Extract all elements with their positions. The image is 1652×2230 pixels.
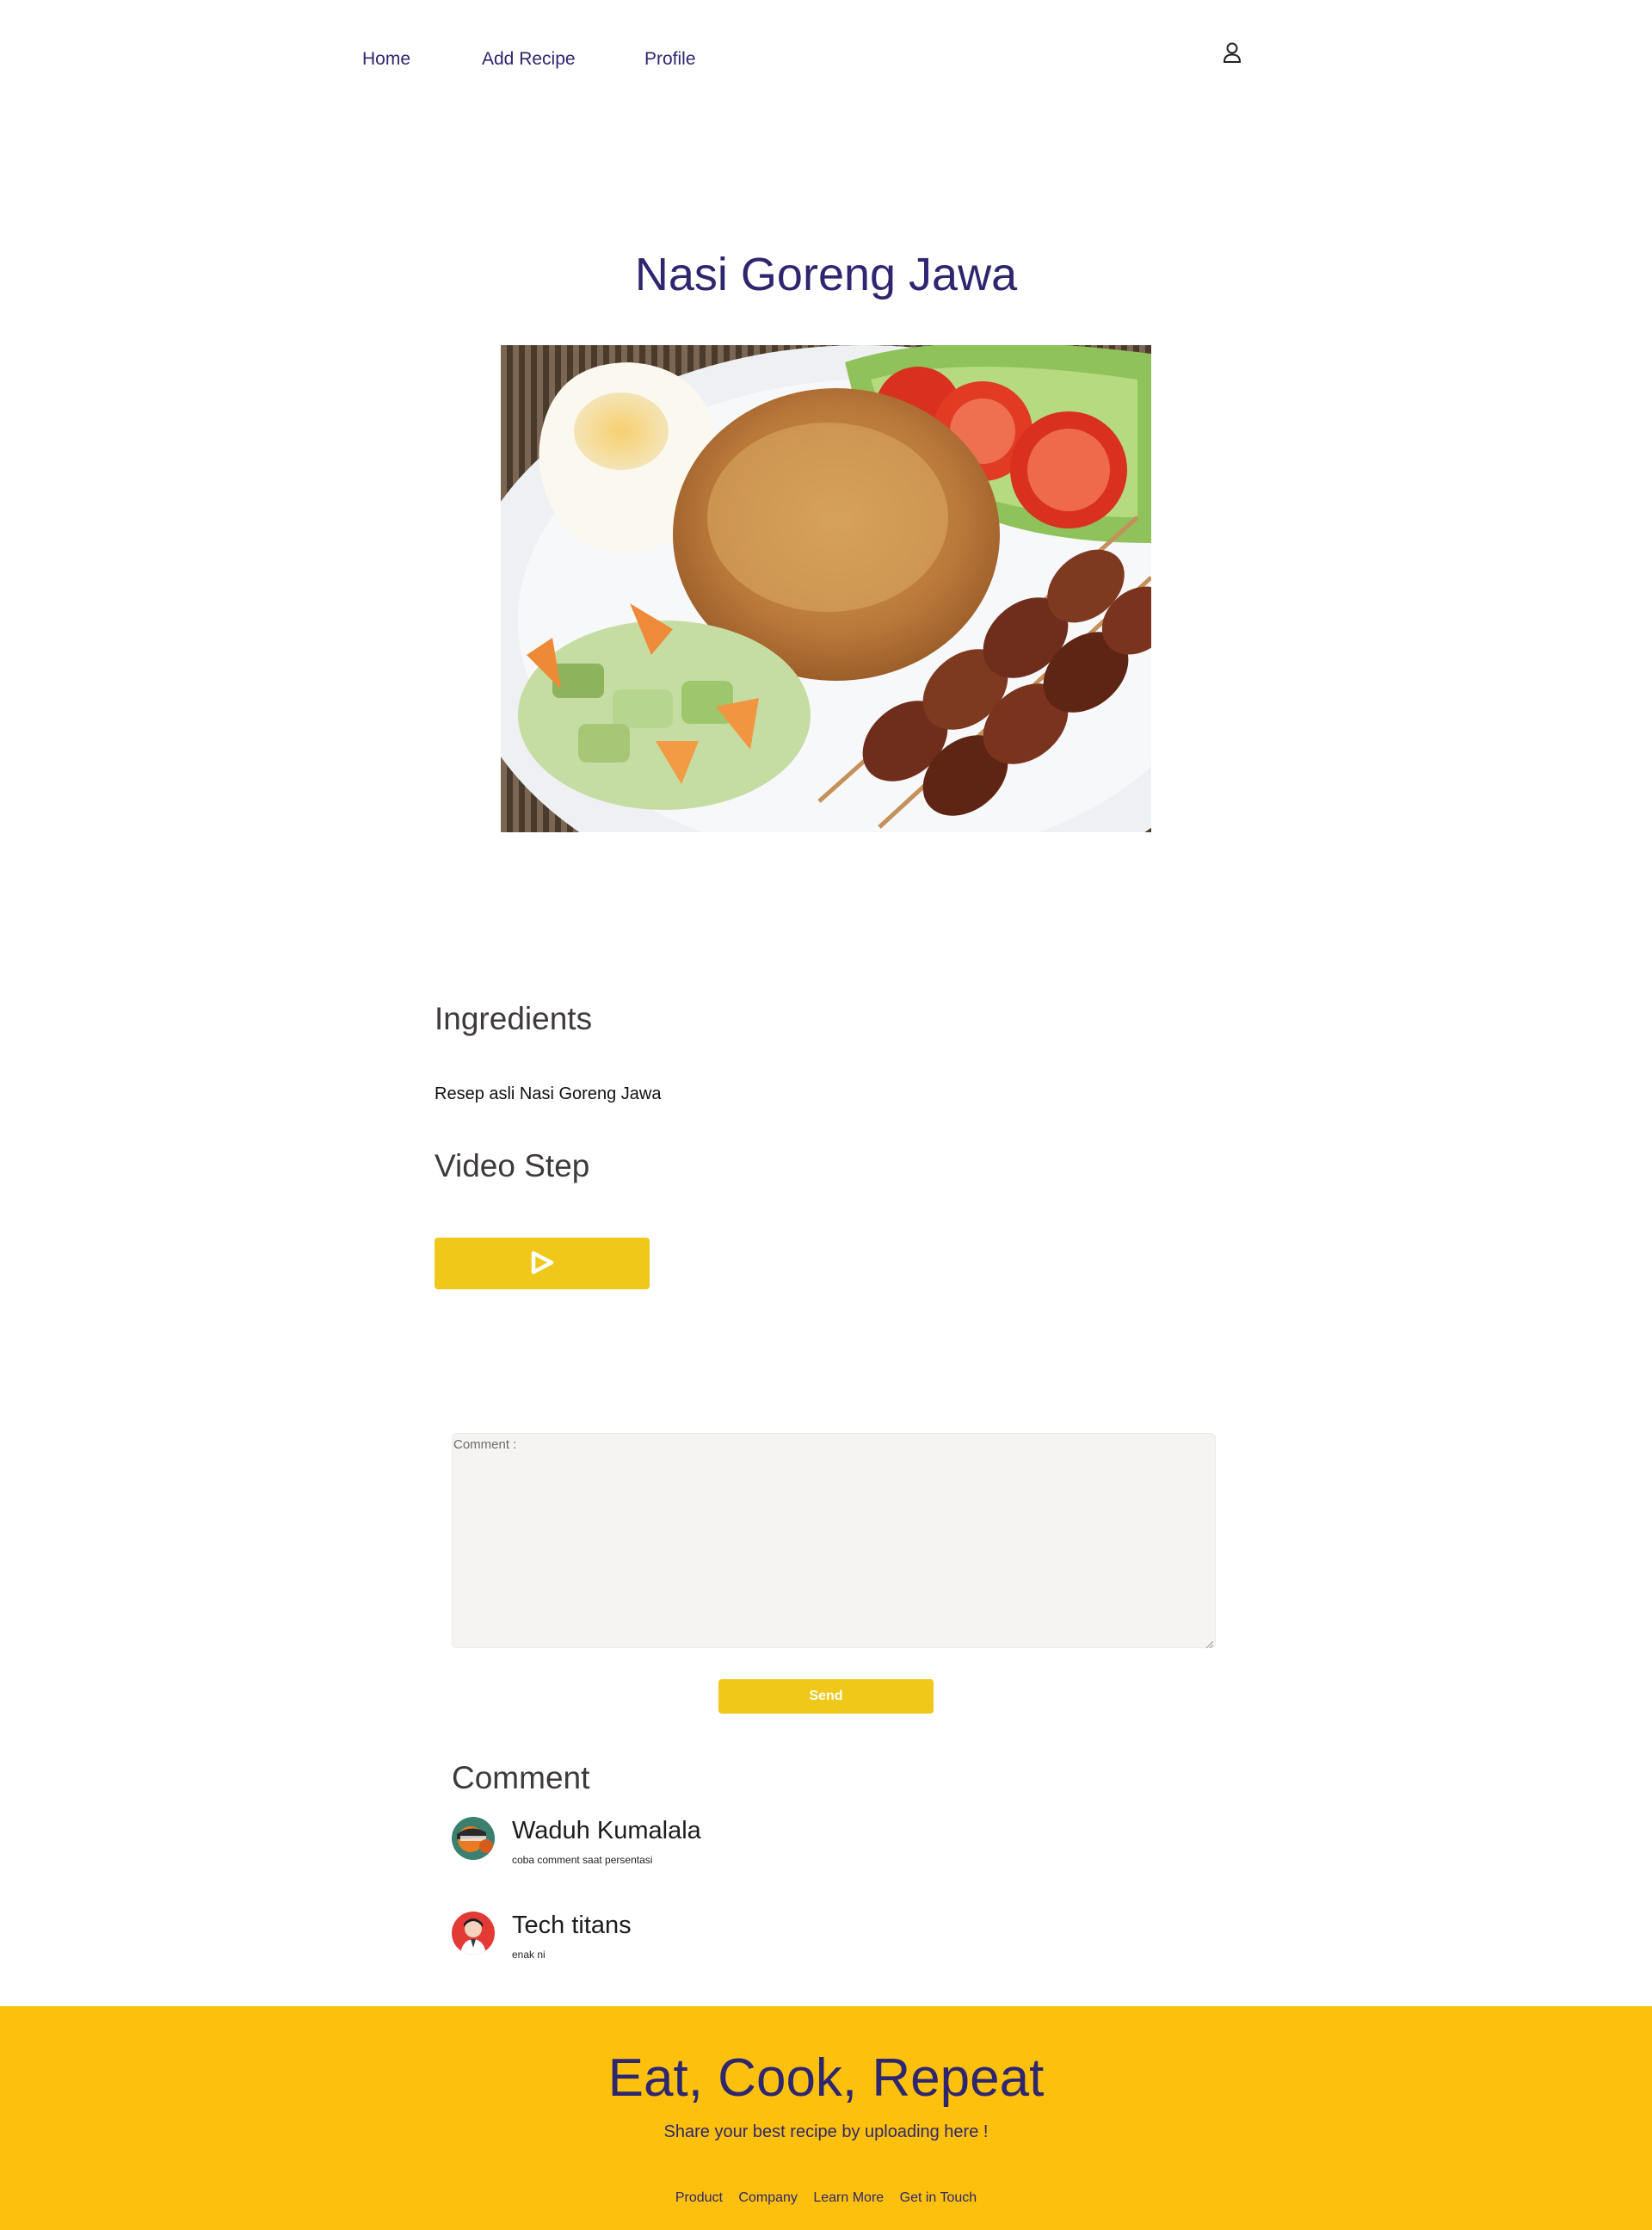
send-button[interactable]: Send bbox=[718, 1679, 934, 1714]
footer-links: Product Company Learn More Get in Touch bbox=[0, 2190, 1652, 2206]
resize-handle-icon[interactable] bbox=[1205, 1637, 1214, 1649]
recipe-title: Nasi Goreng Jawa bbox=[634, 249, 1018, 300]
comments-heading: Comment bbox=[452, 1760, 590, 1795]
ingredients-text: Resep asli Nasi Goreng Jawa bbox=[435, 1084, 662, 1103]
recipe-image bbox=[501, 345, 1151, 832]
avatar bbox=[452, 1817, 495, 1860]
footer-title: Eat, Cook, Repeat bbox=[607, 2048, 1045, 2108]
footer-subtitle: Share your best recipe by uploading here… bbox=[663, 2122, 989, 2141]
comment-author: Waduh Kumalala bbox=[512, 1817, 701, 1844]
footer-link-product[interactable]: Product bbox=[675, 2190, 723, 2205]
nav-link-add-recipe[interactable]: Add Recipe bbox=[482, 49, 576, 70]
comment-item: Waduh Kumalala coba comment saat persent… bbox=[452, 1817, 1054, 1869]
comment-text: coba comment saat persentasi bbox=[512, 1854, 653, 1866]
footer: Eat, Cook, Repeat Share your best recipe… bbox=[0, 2006, 1652, 2230]
comment-author: Tech titans bbox=[512, 1912, 632, 1939]
top-navbar: Home Add Recipe Profile bbox=[0, 0, 1652, 120]
video-step-button[interactable] bbox=[435, 1238, 650, 1289]
comment-textarea[interactable] bbox=[452, 1433, 1216, 1649]
video-step-heading: Video Step bbox=[435, 1148, 590, 1183]
ingredients-heading: Ingredients bbox=[435, 1001, 593, 1036]
play-icon bbox=[529, 1251, 555, 1277]
footer-link-get-in-touch[interactable]: Get in Touch bbox=[900, 2190, 977, 2205]
footer-link-company[interactable]: Company bbox=[738, 2190, 797, 2205]
user-icon[interactable] bbox=[1223, 41, 1242, 64]
footer-link-learn-more[interactable]: Learn More bbox=[813, 2190, 884, 2205]
avatar bbox=[452, 1912, 495, 1955]
comment-item: Tech titans enak ni bbox=[452, 1912, 1054, 1963]
comment-text: enak ni bbox=[512, 1949, 546, 1961]
nav-link-profile[interactable]: Profile bbox=[644, 49, 696, 70]
nav-link-home[interactable]: Home bbox=[362, 49, 410, 70]
